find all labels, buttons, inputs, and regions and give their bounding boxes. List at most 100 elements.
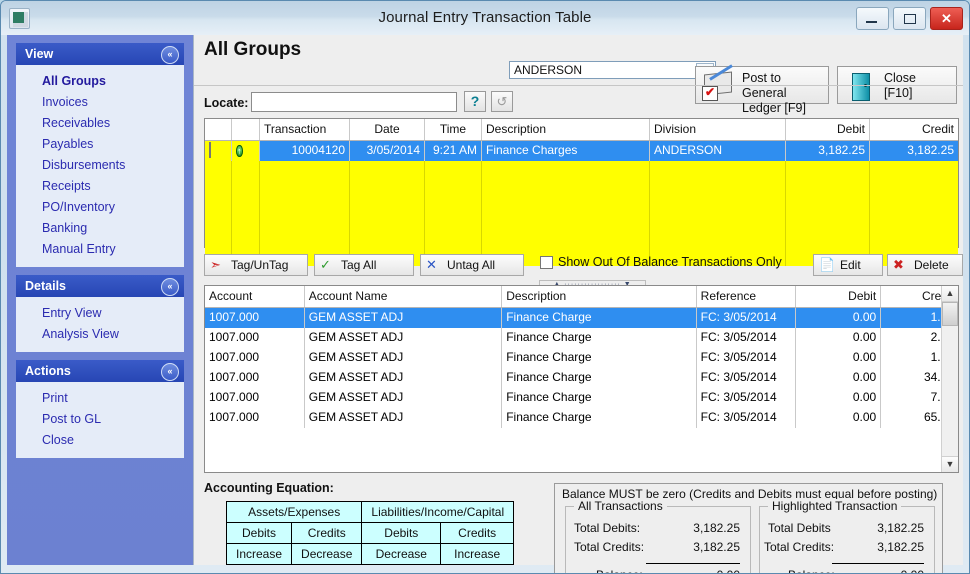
delete-button[interactable]: ✖ Delete (887, 254, 963, 276)
tag-all-button[interactable]: ✓ Tag All (314, 254, 414, 276)
detail-grid-header: Account Account Name Description Referen… (205, 286, 958, 308)
chevron-up-icon[interactable]: « (161, 363, 179, 381)
column-header-account[interactable]: Account (205, 286, 305, 307)
cell-time: 9:21 AM (425, 141, 482, 161)
sidebar-panel-details-title: Details (25, 279, 66, 293)
untag-all-button[interactable]: ✕ Untag All (420, 254, 524, 276)
empty-row[interactable] (205, 161, 958, 182)
cell-account-name: GEM ASSET ADJ (305, 388, 503, 408)
window-controls: ✕ (856, 7, 963, 30)
column-header-debit[interactable]: Debit (786, 119, 870, 140)
sidebar-item-receivables[interactable]: Receivables (16, 113, 184, 134)
title-bar: Journal Entry Transaction Table ✕ (1, 1, 969, 35)
arrow-up-icon: ↑ (236, 145, 243, 157)
table-row[interactable]: 1007.000 GEM ASSET ADJ Finance Charge FC… (205, 328, 958, 348)
cell-account: 1007.000 (205, 308, 305, 328)
all-balance-value: 0.00 (660, 568, 740, 573)
empty-row[interactable] (205, 182, 958, 203)
column-header-reference[interactable]: Reference (697, 286, 797, 307)
cell-account-name: GEM ASSET ADJ (305, 328, 503, 348)
chevron-up-icon[interactable]: « (161, 278, 179, 296)
sidebar-item-payables[interactable]: Payables (16, 134, 184, 155)
column-header-division[interactable]: Division (650, 119, 786, 140)
edit-label: Edit (840, 258, 861, 272)
sidebar-item-analysis-view[interactable]: Analysis View (16, 324, 184, 345)
locate-input[interactable] (251, 92, 457, 112)
equation-header-assets: Assets/Expenses (225, 501, 363, 523)
sidebar-item-invoices[interactable]: Invoices (16, 92, 184, 113)
row-status-cell: ↑ (232, 141, 260, 161)
column-header-credit[interactable]: Credit (870, 119, 958, 140)
all-total-debits-label: Total Debits: (574, 521, 641, 535)
transactions-grid[interactable]: Transaction▼ Date Time Description Divis… (204, 118, 959, 266)
sidebar-item-manual-entry[interactable]: Manual Entry (16, 239, 184, 260)
chevron-up-icon[interactable]: « (161, 46, 179, 64)
cell-detail-description: Finance Charge (502, 368, 697, 388)
column-header-description[interactable]: Description (482, 119, 650, 140)
column-header-date[interactable]: Date (350, 119, 425, 140)
sidebar-item-receipts[interactable]: Receipts (16, 176, 184, 197)
window-title: Journal Entry Transaction Table (378, 9, 592, 26)
sidebar-item-post-to-gl[interactable]: Post to GL (16, 409, 184, 430)
division-filter-select[interactable]: ANDERSON ▼ (509, 61, 716, 79)
tag-untag-button[interactable]: ➣ Tag/UnTag (204, 254, 308, 276)
scrollbar-thumb[interactable] (942, 302, 958, 326)
show-out-of-balance-label[interactable]: Show Out Of Balance Transactions Only (558, 255, 782, 269)
sidebar-item-all-groups[interactable]: All Groups (16, 71, 184, 92)
accounting-equation-table: Assets/Expenses Liabilities/Income/Capit… (225, 501, 515, 565)
tag-all-icon: ✓ (320, 257, 331, 272)
table-row[interactable]: 1007.000 GEM ASSET ADJ Finance Charge FC… (205, 388, 958, 408)
cell-account: 1007.000 (205, 408, 305, 428)
help-button[interactable]: ? (464, 91, 486, 112)
sidebar-item-entry-view[interactable]: Entry View (16, 303, 184, 324)
minimize-button[interactable] (856, 7, 889, 30)
column-header-account-name[interactable]: Account Name (305, 286, 503, 307)
scroll-up-icon[interactable]: ▲ (942, 286, 958, 302)
sidebar-item-close[interactable]: Close (16, 430, 184, 451)
empty-rows-area[interactable] (205, 161, 958, 266)
refresh-button[interactable]: ↺ (491, 91, 513, 112)
cell-detail-description: Finance Charge (502, 388, 697, 408)
detail-grid-scrollbar[interactable]: ▲ ▼ (941, 286, 958, 472)
transactions-grid-header: Transaction▼ Date Time Description Divis… (205, 119, 958, 141)
sidebar-panel-view-header[interactable]: View « (16, 43, 184, 65)
column-header-detail-description[interactable]: Description (502, 286, 697, 307)
cell-account-name: GEM ASSET ADJ (305, 348, 503, 368)
sidebar-panel-actions-header[interactable]: Actions « (16, 360, 184, 382)
header-divider (194, 85, 963, 86)
scroll-down-icon[interactable]: ▼ (942, 456, 958, 472)
empty-row[interactable] (205, 224, 958, 245)
sidebar-item-disbursements[interactable]: Disbursements (16, 155, 184, 176)
sidebar-panel-actions-body: Print Post to GL Close (16, 382, 184, 458)
table-row[interactable]: 1007.000 GEM ASSET ADJ Finance Charge FC… (205, 348, 958, 368)
hi-balance-label: Balance: (788, 568, 835, 573)
show-out-of-balance-checkbox[interactable] (540, 256, 553, 269)
column-header-detail-debit[interactable]: Debit (796, 286, 882, 307)
cell-account-name: GEM ASSET ADJ (305, 368, 503, 388)
equation-cell-assets-credits: Credits (291, 522, 363, 544)
tag-icon: ➣ (210, 257, 221, 272)
table-row[interactable]: 1007.000 GEM ASSET ADJ Finance Charge FC… (205, 308, 958, 328)
sidebar-item-po-inventory[interactable]: PO/Inventory (16, 197, 184, 218)
untag-all-icon: ✕ (426, 257, 437, 272)
sidebar-panel-actions-title: Actions (25, 364, 71, 378)
row-tag-checkbox[interactable] (205, 141, 232, 161)
sidebar-panel-view-body: All Groups Invoices Receivables Payables… (16, 65, 184, 267)
all-balance-label: Balance: (596, 568, 643, 573)
edit-button[interactable]: 📄 Edit (813, 254, 883, 276)
sidebar-panel-details-header[interactable]: Details « (16, 275, 184, 297)
column-header-transaction[interactable]: Transaction▼ (260, 119, 350, 140)
sidebar-item-print[interactable]: Print (16, 388, 184, 409)
table-row[interactable]: 1007.000 GEM ASSET ADJ Finance Charge FC… (205, 368, 958, 388)
detail-grid[interactable]: Account Account Name Description Referen… (204, 285, 959, 473)
empty-row[interactable] (205, 203, 958, 224)
maximize-button[interactable] (893, 7, 926, 30)
table-row[interactable]: ↑ 10004120 3/05/2014 9:21 AM Finance Cha… (205, 141, 958, 161)
tag-all-label: Tag All (341, 258, 377, 272)
hi-balance-value: 0.00 (844, 568, 924, 573)
sidebar-item-banking[interactable]: Banking (16, 218, 184, 239)
column-header-time[interactable]: Time (425, 119, 482, 140)
close-button[interactable]: ✕ (930, 7, 963, 30)
cell-detail-debit: 0.00 (796, 308, 882, 328)
table-row[interactable]: 1007.000 GEM ASSET ADJ Finance Charge FC… (205, 408, 958, 428)
